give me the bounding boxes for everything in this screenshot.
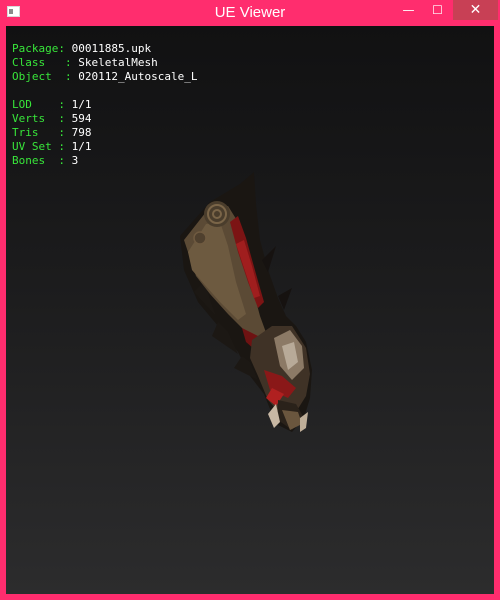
info-row-verts: Verts : 594 (12, 112, 92, 125)
info-row-uvset: UV Set : 1/1 (12, 140, 92, 153)
info-row-package: Package: 00011885.upk (12, 42, 152, 55)
info-label: Bones (12, 154, 46, 167)
info-value: 020112_Autoscale_L (78, 70, 198, 83)
info-value: 1/1 (71, 98, 92, 111)
maximize-button[interactable]: ☐ (424, 0, 451, 20)
info-label: UV Set (12, 140, 52, 153)
3d-viewport[interactable]: Package: 00011885.upk Class : SkeletalMe… (6, 26, 494, 594)
info-row-tris: Tris : 798 (12, 126, 92, 139)
info-value: 3 (71, 154, 79, 167)
info-row-bones: Bones : 3 (12, 154, 79, 167)
info-value: 00011885.upk (71, 42, 152, 55)
info-row-lod: LOD : 1/1 (12, 98, 92, 111)
info-label: Tris (12, 126, 39, 139)
info-row-class: Class : SkeletalMesh (12, 56, 158, 69)
info-label: Object (12, 70, 52, 83)
mesh-info-overlay: Package: 00011885.upk Class : SkeletalMe… (12, 42, 197, 168)
info-row-object: Object : 020112_Autoscale_L (12, 70, 198, 83)
app-window: UE Viewer — ☐ ✕ Package: 00011885.upk Cl… (0, 0, 500, 600)
info-label: LOD (12, 98, 32, 111)
info-value: 1/1 (71, 140, 92, 153)
info-value: SkeletalMesh (78, 56, 158, 69)
info-label: Class (12, 56, 46, 69)
info-label: Package (12, 42, 59, 55)
info-value: 594 (71, 112, 92, 125)
close-button[interactable]: ✕ (453, 0, 498, 20)
mesh-ornament (193, 231, 207, 245)
info-value: 798 (71, 126, 92, 139)
minimize-button[interactable]: — (395, 0, 422, 20)
title-bar[interactable]: UE Viewer — ☐ ✕ (0, 0, 500, 26)
info-label: Verts (12, 112, 46, 125)
